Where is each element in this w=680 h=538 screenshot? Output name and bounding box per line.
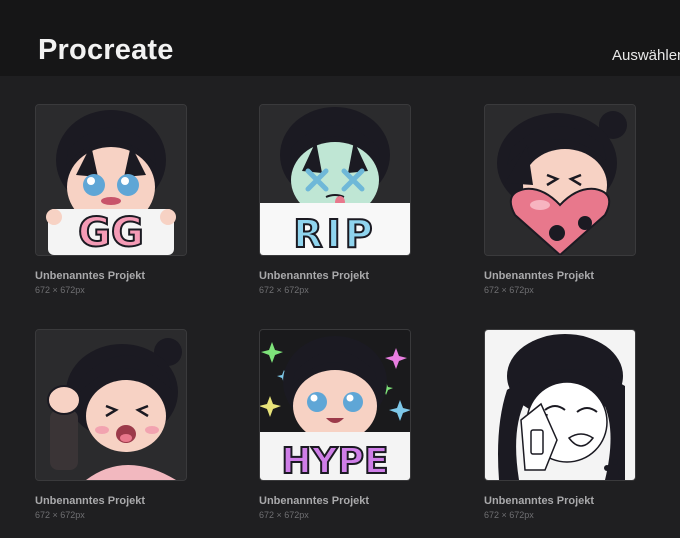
artwork-card-rip[interactable]: RIP Unbenanntes Projekt 672 × 672px xyxy=(259,104,411,295)
artwork-dimensions: 672 × 672px xyxy=(35,510,85,520)
artwork-thumbnail[interactable]: HYPE xyxy=(259,329,411,481)
artwork-dimensions: 672 × 672px xyxy=(484,510,534,520)
artwork-thumbnail[interactable] xyxy=(484,104,636,256)
artwork-dimensions: 672 × 672px xyxy=(35,285,85,295)
top-bar: Procreate Auswählen xyxy=(0,0,680,76)
emote-sketch-illustration xyxy=(485,330,635,480)
emote-sign-text: RIP xyxy=(293,212,376,255)
artwork-title: Unbenanntes Projekt xyxy=(35,495,146,507)
emote-gg-illustration: GG xyxy=(36,105,186,255)
emote-sign-text: GG xyxy=(78,210,144,255)
artwork-card-gg[interactable]: GG Unbenanntes Projekt 672 × 672px xyxy=(35,104,187,295)
artwork-thumbnail[interactable]: GG xyxy=(35,104,187,256)
artwork-title: Unbenanntes Projekt xyxy=(259,270,370,282)
emote-hype-illustration: HYPE xyxy=(260,330,410,480)
artwork-dimensions: 672 × 672px xyxy=(259,285,309,295)
artwork-card-heart[interactable]: Unbenanntes Projekt 672 × 672px xyxy=(484,104,636,295)
artwork-card-wave[interactable]: Unbenanntes Projekt 672 × 672px xyxy=(35,329,187,520)
artwork-gallery: GG Unbenanntes Projekt 672 × 672px RIP U… xyxy=(0,76,680,538)
app-title: Procreate xyxy=(38,34,174,66)
emote-wave-illustration xyxy=(36,330,186,480)
artwork-card-hype[interactable]: HYPE Unbenanntes Projekt 672 × 672px xyxy=(259,329,411,520)
artwork-title: Unbenanntes Projekt xyxy=(484,495,595,507)
emote-sign-text: HYPE xyxy=(281,441,388,480)
artwork-card-sketch[interactable]: Unbenanntes Projekt 672 × 672px xyxy=(484,329,636,520)
artwork-title: Unbenanntes Projekt xyxy=(259,495,370,507)
emote-rip-illustration: RIP xyxy=(260,105,410,255)
artwork-title: Unbenanntes Projekt xyxy=(484,270,595,282)
artwork-dimensions: 672 × 672px xyxy=(484,285,534,295)
artwork-thumbnail[interactable] xyxy=(35,329,187,481)
artwork-thumbnail[interactable]: RIP xyxy=(259,104,411,256)
artwork-title: Unbenanntes Projekt xyxy=(35,270,146,282)
artwork-dimensions: 672 × 672px xyxy=(259,510,309,520)
select-button[interactable]: Auswählen xyxy=(612,47,680,64)
artwork-thumbnail[interactable] xyxy=(484,329,636,481)
emote-heart-illustration xyxy=(485,105,635,255)
